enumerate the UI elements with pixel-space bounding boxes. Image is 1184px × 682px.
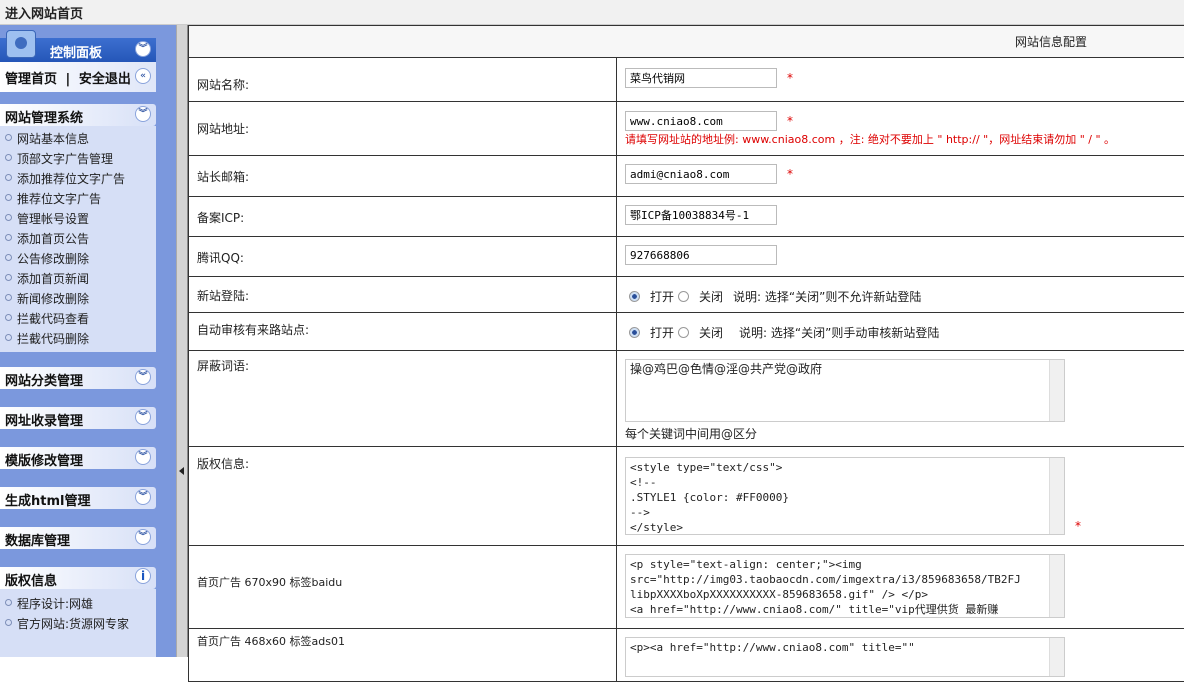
control-panel-title: 控制面板 [50, 46, 102, 61]
copyright-textarea[interactable]: <style type="text/css"> <!-- .STYLE1 {co… [625, 457, 1065, 535]
chevron-down-icon[interactable]: ︾ [135, 369, 151, 385]
qq-label: 腾讯QQ: [197, 237, 608, 266]
menu-item[interactable]: 添加首页新闻 [0, 268, 156, 288]
section-title: 数据库管理 [5, 534, 70, 549]
admin-home-link[interactable]: 管理首页 [5, 72, 57, 87]
chevron-down-icon[interactable]: ︾ [135, 489, 151, 505]
new-site-note: 说明: 选择“关闭”则不允许新站登陆 [733, 290, 921, 304]
textarea-value: <style type="text/css"> <!-- .STYLE1 {co… [630, 461, 789, 534]
copyright-label: 版权信息: [197, 447, 608, 472]
menu-item[interactable]: 添加首页公告 [0, 228, 156, 248]
auto-review-off-radio[interactable] [678, 327, 689, 338]
new-site-off-radio[interactable] [678, 291, 689, 302]
main-content: 网站信息配置 网站名称: * 网站地址: * 请填写网址站的地址例: www.cn… [188, 25, 1184, 682]
required-mark: * [787, 167, 793, 181]
section-site-management[interactable]: 网站管理系统 ︾ [0, 104, 156, 126]
textarea-value: 操@鸡巴@色情@淫@共产党@政府 [630, 362, 822, 376]
chevron-down-icon[interactable]: ︾ [135, 449, 151, 465]
menu-item[interactable]: 管理帐号设置 [0, 208, 156, 228]
copyright-panel: 程序设计:网雄 官方网站:货源网专家 [0, 589, 156, 657]
scrollbar[interactable] [1049, 458, 1064, 534]
menu-item[interactable]: 拦截代码删除 [0, 328, 156, 348]
section-title: 生成html管理 [5, 494, 90, 509]
required-mark: * [787, 71, 793, 85]
arrow-left-icon[interactable] [179, 467, 184, 475]
chevron-up-icon[interactable]: ︾ [135, 106, 151, 122]
section-title: 网站管理系统 [5, 111, 83, 126]
menu-item[interactable]: 拦截代码查看 [0, 308, 156, 328]
chevron-down-icon[interactable]: ︾ [135, 409, 151, 425]
auto-review-note: 说明: 选择“关闭”则手动审核新站登陆 [739, 326, 939, 340]
scrollbar[interactable] [1049, 638, 1064, 676]
radio-label: 关闭 [699, 326, 723, 340]
menu-item[interactable]: 新闻修改删除 [0, 288, 156, 308]
textarea-value: <p><a href="http://www.cniao8.com" title… [630, 641, 915, 654]
ad2-textarea[interactable]: <p><a href="http://www.cniao8.com" title… [625, 637, 1065, 677]
radio-label: 打开 [650, 290, 674, 304]
menu-item[interactable]: 顶部文字广告管理 [0, 148, 156, 168]
chevron-down-icon[interactable]: ︾ [135, 41, 151, 57]
section-title: 网址收录管理 [5, 414, 83, 429]
auto-review-label: 自动审核有来路站点: [197, 313, 608, 338]
info-icon: i [135, 568, 151, 584]
new-site-on-radio[interactable] [629, 291, 640, 302]
site-management-menu: 网站基本信息 顶部文字广告管理 添加推荐位文字广告 推荐位文字广告 管理帐号设置… [0, 126, 156, 352]
qq-input[interactable] [625, 245, 777, 265]
section-copyright: 版权信息 i [0, 567, 156, 589]
radio-label: 打开 [650, 326, 674, 340]
chevron-down-icon[interactable]: ︾ [135, 529, 151, 545]
official-site-link[interactable]: 官方网站:货源网专家 [0, 613, 156, 633]
auto-review-on-radio[interactable] [629, 327, 640, 338]
quick-links: 管理首页 | 安全退出 « [0, 62, 156, 92]
icp-input[interactable] [625, 205, 777, 225]
site-url-hint: 请填写网址站的地址例: www.cniao8.com ，注: 绝对不要加上 " … [625, 131, 1179, 147]
blocked-words-textarea[interactable]: 操@鸡巴@色情@淫@共产党@政府 [625, 359, 1065, 422]
blocked-words-hint: 每个关键词中间用@区分 [625, 425, 1179, 442]
blocked-words-label: 屏蔽词语: [197, 351, 608, 374]
designer-text: 程序设计:网雄 [0, 593, 156, 613]
menu-item[interactable]: 网站基本信息 [0, 128, 156, 148]
ad1-label: 首页广告 670x90 标签baidu [197, 546, 608, 590]
section-html-generation[interactable]: 生成html管理 ︾ [0, 487, 156, 509]
site-name-input[interactable] [625, 68, 777, 88]
separator: | [66, 72, 71, 87]
email-label: 站长邮箱: [197, 156, 608, 185]
radio-label: 关闭 [699, 290, 723, 304]
control-panel-header[interactable]: 控制面板 ︾ [0, 38, 156, 62]
email-input[interactable] [625, 164, 777, 184]
site-url-label: 网站地址: [197, 102, 608, 137]
section-database-management[interactable]: 数据库管理 ︾ [0, 527, 156, 549]
site-name-label: 网站名称: [197, 58, 608, 93]
enter-site-home-link[interactable]: 进入网站首页 [0, 0, 1184, 25]
ad2-label: 首页广告 468x60 标签ads01 [197, 629, 608, 649]
logout-link[interactable]: 安全退出 [79, 72, 131, 87]
section-url-management[interactable]: 网址收录管理 ︾ [0, 407, 156, 429]
sidebar: 控制面板 ︾ 管理首页 | 安全退出 « 网站管理系统 ︾ 网站基本信息 顶部文字… [0, 25, 176, 657]
control-panel-logo-icon [6, 30, 36, 58]
site-url-input[interactable] [625, 111, 777, 131]
section-template-management[interactable]: 模版修改管理 ︾ [0, 447, 156, 469]
table-title: 网站信息配置 [189, 26, 1184, 58]
menu-item[interactable]: 推荐位文字广告 [0, 188, 156, 208]
new-site-label: 新站登陆: [197, 277, 608, 304]
section-category-management[interactable]: 网站分类管理 ︾ [0, 367, 156, 389]
menu-item[interactable]: 添加推荐位文字广告 [0, 168, 156, 188]
scrollbar[interactable] [1049, 360, 1064, 421]
collapse-sidebar-icon[interactable]: « [135, 68, 151, 84]
icp-label: 备案ICP: [197, 197, 608, 226]
sidebar-splitter[interactable] [176, 25, 188, 657]
section-title: 模版修改管理 [5, 454, 83, 469]
site-config-table: 网站信息配置 网站名称: * 网站地址: * 请填写网址站的地址例: www.cn… [188, 25, 1184, 682]
section-title: 版权信息 [5, 574, 57, 589]
textarea-value: <p style="text-align: center;"><img src=… [630, 558, 1021, 616]
section-title: 网站分类管理 [5, 374, 83, 389]
scrollbar[interactable] [1049, 555, 1064, 617]
required-mark: * [1075, 519, 1081, 533]
ad1-textarea[interactable]: <p style="text-align: center;"><img src=… [625, 554, 1065, 618]
required-mark: * [787, 114, 793, 128]
menu-item[interactable]: 公告修改删除 [0, 248, 156, 268]
